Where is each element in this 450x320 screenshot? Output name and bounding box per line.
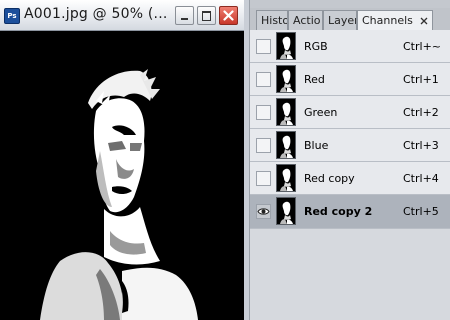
channel-thumbnail <box>276 197 296 225</box>
tab-channels[interactable]: Channels <box>357 10 433 32</box>
close-icon <box>223 10 234 21</box>
channel-thumbnail <box>276 98 296 126</box>
document-title: A001.jpg @ 50% (... <box>24 6 168 22</box>
channel-name: Red copy <box>304 172 355 185</box>
tab-label: Histo <box>261 14 288 27</box>
maximize-button[interactable] <box>197 6 216 25</box>
channel-name: Red copy 2 <box>304 205 373 218</box>
tab-label: Actio <box>293 14 321 27</box>
tab-label: Channels <box>362 14 413 27</box>
channel-row-red[interactable]: Red Ctrl+1 <box>250 63 450 96</box>
eye-icon <box>257 208 270 215</box>
channel-shortcut: Ctrl+~ <box>403 40 442 53</box>
close-button[interactable] <box>219 6 238 25</box>
channel-row-blue[interactable]: Blue Ctrl+3 <box>250 129 450 162</box>
channel-shortcut: Ctrl+2 <box>403 106 439 119</box>
photoshop-app-icon: Ps <box>4 8 20 24</box>
tab-label: Layer <box>328 14 357 27</box>
portrait-image <box>0 31 244 320</box>
channel-row-rgb[interactable]: RGB Ctrl+~ <box>250 30 450 63</box>
channel-row-green[interactable]: Green Ctrl+2 <box>250 96 450 129</box>
channel-name: RGB <box>304 40 328 53</box>
visibility-toggle[interactable] <box>256 105 271 120</box>
channel-thumbnail <box>276 164 296 192</box>
visibility-toggle[interactable] <box>256 171 271 186</box>
channel-shortcut: Ctrl+3 <box>403 139 439 152</box>
channel-row-red-copy[interactable]: Red copy Ctrl+4 <box>250 162 450 195</box>
panel-header-strip[interactable] <box>250 0 450 8</box>
channel-name: Red <box>304 73 325 86</box>
close-icon[interactable] <box>420 17 428 25</box>
channel-shortcut: Ctrl+1 <box>403 73 439 86</box>
channel-row-red-copy-2[interactable]: Red copy 2 Ctrl+5 <box>250 195 450 229</box>
channel-thumbnail <box>276 65 296 93</box>
tab-layers[interactable]: Layer <box>323 10 357 30</box>
document-titlebar[interactable]: Ps A001.jpg @ 50% (... <box>0 0 244 31</box>
channel-name: Green <box>304 106 338 119</box>
image-canvas[interactable] <box>0 31 244 320</box>
tab-actions[interactable]: Actio <box>288 10 323 30</box>
document-window[interactable]: Ps A001.jpg @ 50% (... <box>0 0 244 320</box>
visibility-toggle[interactable] <box>256 138 271 153</box>
channels-panel: Histo Actio Layer Channels RGB Ctrl+~ Re… <box>249 0 450 320</box>
channel-thumbnail <box>276 131 296 159</box>
channel-thumbnail <box>276 32 296 60</box>
visibility-toggle[interactable] <box>256 204 271 219</box>
channel-shortcut: Ctrl+5 <box>403 205 439 218</box>
panel-tab-bar: Histo Actio Layer Channels <box>250 8 450 32</box>
channel-shortcut: Ctrl+4 <box>403 172 439 185</box>
visibility-toggle[interactable] <box>256 39 271 54</box>
visibility-toggle[interactable] <box>256 72 271 87</box>
channel-name: Blue <box>304 139 329 152</box>
minimize-button[interactable] <box>175 6 194 25</box>
tab-history[interactable]: Histo <box>256 10 288 30</box>
